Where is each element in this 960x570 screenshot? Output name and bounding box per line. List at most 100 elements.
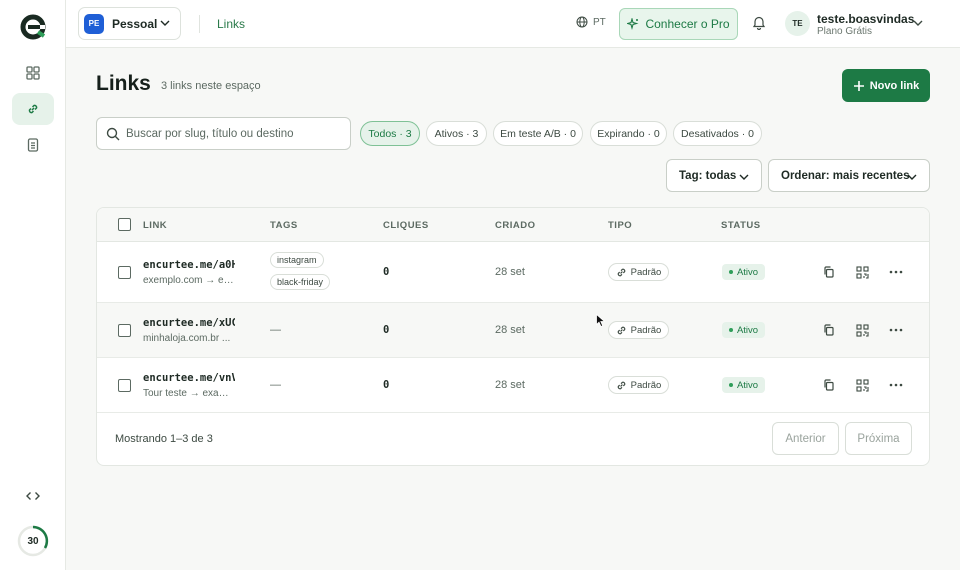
row-checkbox[interactable] <box>118 266 131 279</box>
new-link-label: Novo link <box>869 79 920 92</box>
qr-code-button[interactable] <box>854 264 870 280</box>
chevron-down-icon[interactable] <box>912 17 924 29</box>
sparkle-icon <box>627 18 639 30</box>
select-all-checkbox[interactable] <box>118 218 131 231</box>
search-input[interactable] <box>126 127 341 140</box>
sidebar: 30 <box>0 0 66 570</box>
more-options-button[interactable] <box>888 377 904 393</box>
tags-empty: — <box>270 324 281 336</box>
link-destination: Tour teste → exam... <box>143 388 235 399</box>
more-options-button[interactable] <box>888 322 904 338</box>
credits-ring[interactable]: 30 <box>17 525 49 557</box>
filter-chip-all[interactable]: Todos · 3 <box>360 121 420 146</box>
chevron-down-icon <box>907 174 917 180</box>
row-checkbox[interactable] <box>118 324 131 337</box>
previous-page-button[interactable]: Anterior <box>772 422 839 455</box>
link-icon <box>617 381 626 389</box>
sidebar-item-documents[interactable] <box>12 129 54 161</box>
column-header-tags[interactable]: TAGS <box>270 220 298 231</box>
qr-code-icon <box>855 378 869 392</box>
column-header-status[interactable]: STATUS <box>721 220 761 231</box>
clicks-count: 0 <box>383 266 390 278</box>
copy-button[interactable] <box>821 322 837 338</box>
upgrade-pro-label: Conhecer o Pro <box>645 17 730 31</box>
filter-chip-ab-test[interactable]: Em teste A/B · 0 <box>493 121 583 146</box>
copy-icon <box>824 324 834 336</box>
qr-code-icon <box>855 265 869 279</box>
status-dot <box>728 270 733 274</box>
column-header-created[interactable]: CRIADO <box>495 220 535 231</box>
tag-badge[interactable]: black-friday <box>270 274 331 290</box>
status-badge: Ativo <box>722 377 765 393</box>
copy-icon <box>824 379 834 391</box>
more-horizontal-icon <box>889 383 903 387</box>
qr-code-button[interactable] <box>854 322 870 338</box>
filter-chip-expiring[interactable]: Expirando · 0 <box>590 121 667 146</box>
more-horizontal-icon <box>889 270 903 274</box>
link-slug[interactable]: encurtee.me/xUC <box>143 317 235 329</box>
workspace-switcher[interactable]: PE Pessoal <box>78 7 181 40</box>
sidebar-item-developer[interactable] <box>12 480 54 512</box>
column-header-link[interactable]: LINK <box>143 220 167 231</box>
language-label: PT <box>593 16 606 28</box>
breadcrumb[interactable]: Links <box>217 17 245 31</box>
column-header-type[interactable]: TIPO <box>608 220 632 231</box>
links-table: LINK TAGS CLIQUES CRIADO TIPO STATUS enc… <box>96 207 930 466</box>
type-label: Padrão <box>630 266 662 278</box>
sidebar-item-links[interactable] <box>12 93 54 125</box>
sidebar-item-dashboard[interactable] <box>12 57 54 89</box>
document-icon <box>27 138 39 152</box>
filter-chip-active[interactable]: Ativos · 3 <box>426 121 487 146</box>
user-avatar[interactable]: TE <box>785 11 810 36</box>
more-options-button[interactable] <box>888 264 904 280</box>
more-horizontal-icon <box>889 328 903 332</box>
notifications-bell-icon[interactable] <box>752 15 766 30</box>
link-destination: minhaloja.com.br ... <box>143 333 231 344</box>
clicks-count: 0 <box>383 379 390 391</box>
status-label: Ativo <box>736 266 759 278</box>
created-date: 28 set <box>495 266 525 278</box>
link-icon <box>28 104 38 114</box>
language-selector[interactable]: PT <box>576 16 606 28</box>
status-dot <box>728 383 733 387</box>
workspace-name: Pessoal <box>112 16 158 31</box>
filter-chip-disabled[interactable]: Desativados · 0 <box>673 121 762 146</box>
tag-badge[interactable]: instagram <box>270 252 324 268</box>
sort-label: Ordenar: mais recentes <box>781 169 910 182</box>
next-page-button[interactable]: Próxima <box>845 422 912 455</box>
table-row[interactable]: encurtee.me/vnV Tour teste → exam... — 0… <box>97 358 929 413</box>
type-badge: Padrão <box>608 263 669 281</box>
type-label: Padrão <box>630 324 662 336</box>
topbar: PE Pessoal Links PT Conhecer o Pro TE te… <box>66 0 960 48</box>
table-row[interactable]: encurtee.me/a0H exemplo.com → ex... inst… <box>97 242 929 303</box>
status-badge: Ativo <box>722 264 765 280</box>
app-logo[interactable] <box>20 14 46 40</box>
link-icon <box>617 268 626 276</box>
user-name[interactable]: teste.boasvindas <box>817 12 914 26</box>
link-slug[interactable]: encurtee.me/vnV <box>143 372 235 384</box>
tags-empty: — <box>270 379 281 391</box>
clicks-count: 0 <box>383 324 390 336</box>
column-header-clicks[interactable]: CLIQUES <box>383 220 429 231</box>
tag-filter-dropdown[interactable]: Tag: todas <box>666 159 762 192</box>
workspace-avatar: PE <box>84 13 104 34</box>
copy-button[interactable] <box>821 264 837 280</box>
table-header: LINK TAGS CLIQUES CRIADO TIPO STATUS <box>97 208 929 242</box>
search-box[interactable] <box>96 117 351 150</box>
credits-count: 30 <box>27 535 39 547</box>
upgrade-pro-button[interactable]: Conhecer o Pro <box>619 8 738 40</box>
qr-code-button[interactable] <box>854 377 870 393</box>
divider <box>199 15 200 33</box>
pagination-summary: Mostrando 1–3 de 3 <box>115 433 213 445</box>
copy-button[interactable] <box>821 377 837 393</box>
sort-dropdown[interactable]: Ordenar: mais recentes <box>768 159 930 192</box>
chevron-down-icon <box>160 20 170 26</box>
type-label: Padrão <box>630 379 662 391</box>
qr-code-icon <box>855 323 869 337</box>
new-link-button[interactable]: Novo link <box>842 69 930 102</box>
chevron-down-icon <box>739 174 749 180</box>
link-slug[interactable]: encurtee.me/a0H <box>143 259 235 271</box>
search-icon <box>106 127 120 140</box>
row-checkbox[interactable] <box>118 379 131 392</box>
table-row[interactable]: encurtee.me/xUC minhaloja.com.br ... — 0… <box>97 303 929 358</box>
